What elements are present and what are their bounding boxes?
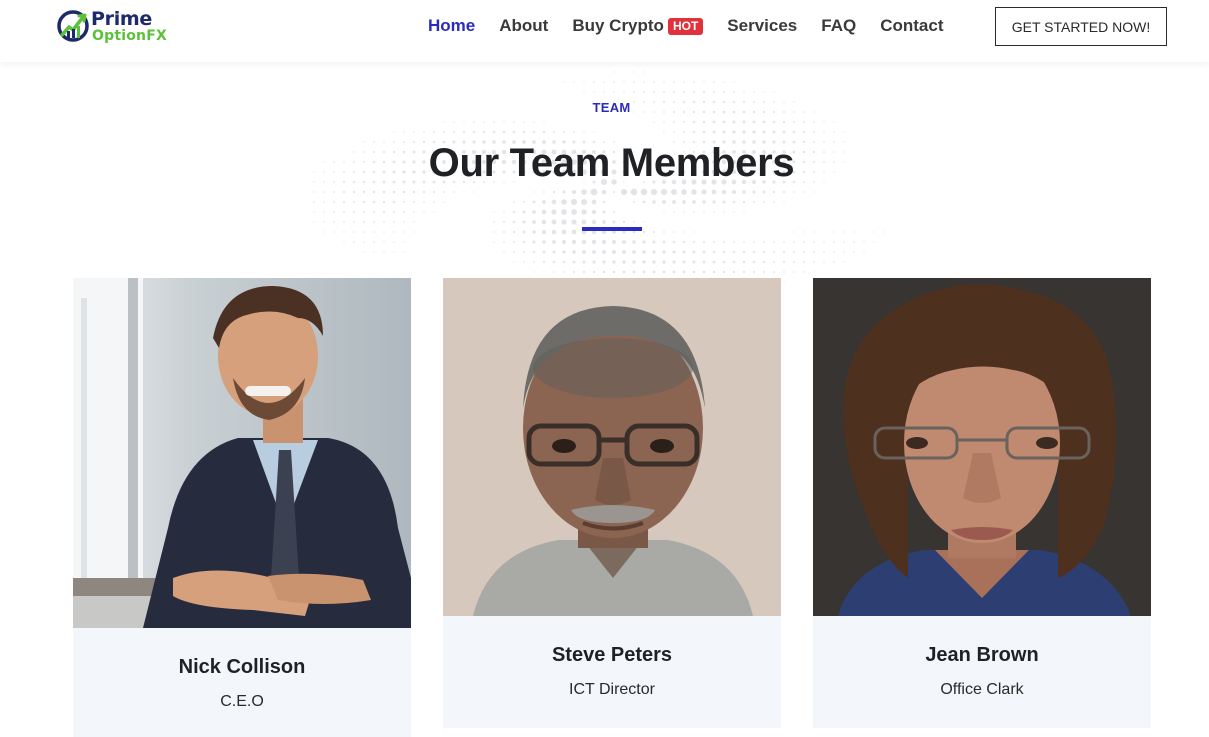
hot-badge: HOT bbox=[667, 17, 704, 35]
brand-logo[interactable]: Prime OptionFX bbox=[56, 8, 186, 48]
member-role: ICT Director bbox=[569, 681, 655, 698]
member-name: Steve Peters bbox=[551, 644, 673, 666]
team-card-jean-brown[interactable]: Jean Brown Office Clark bbox=[813, 278, 1151, 728]
nav-services[interactable]: Services bbox=[727, 15, 797, 37]
member-info-panel: Steve Peters ICT Director bbox=[443, 616, 781, 728]
member-info-panel: Nick Collison C.E.O bbox=[73, 628, 411, 737]
member-name: Jean Brown bbox=[925, 644, 1039, 666]
brand-name-line1: Prime bbox=[91, 8, 152, 30]
member-photo bbox=[73, 278, 411, 628]
section-title: Our Team Members bbox=[428, 141, 795, 185]
site-header: Prime OptionFX Home About Buy Crypto HOT… bbox=[0, 0, 1209, 62]
team-card-steve-peters[interactable]: Steve Peters ICT Director bbox=[443, 278, 781, 728]
team-card-nick-collison[interactable]: Nick Collison C.E.O bbox=[73, 278, 411, 737]
member-photo bbox=[443, 278, 781, 616]
get-started-button[interactable]: GET STARTED NOW! bbox=[995, 7, 1167, 46]
member-portrait-image bbox=[73, 278, 411, 628]
section-eyebrow: TEAM bbox=[592, 100, 631, 115]
nav-buy-crypto[interactable]: Buy Crypto HOT bbox=[572, 15, 704, 37]
nav-home[interactable]: Home bbox=[428, 15, 475, 37]
nav-faq[interactable]: FAQ bbox=[821, 15, 856, 37]
member-role: C.E.O bbox=[220, 693, 264, 710]
member-role: Office Clark bbox=[940, 681, 1024, 698]
member-name: Nick Collison bbox=[178, 656, 306, 678]
brand-name-line2: OptionFX bbox=[92, 28, 167, 44]
member-portrait-image bbox=[443, 278, 781, 616]
member-info-panel: Jean Brown Office Clark bbox=[813, 616, 1151, 728]
nav-contact[interactable]: Contact bbox=[880, 15, 943, 37]
member-portrait-image bbox=[813, 278, 1151, 616]
member-photo bbox=[813, 278, 1151, 616]
logo-chart-icon bbox=[57, 10, 89, 42]
nav-buy-crypto-label: Buy Crypto bbox=[572, 16, 664, 35]
title-underline bbox=[582, 227, 642, 231]
nav-about[interactable]: About bbox=[499, 15, 548, 37]
main-nav: Home About Buy Crypto HOT Services FAQ C… bbox=[428, 15, 967, 37]
